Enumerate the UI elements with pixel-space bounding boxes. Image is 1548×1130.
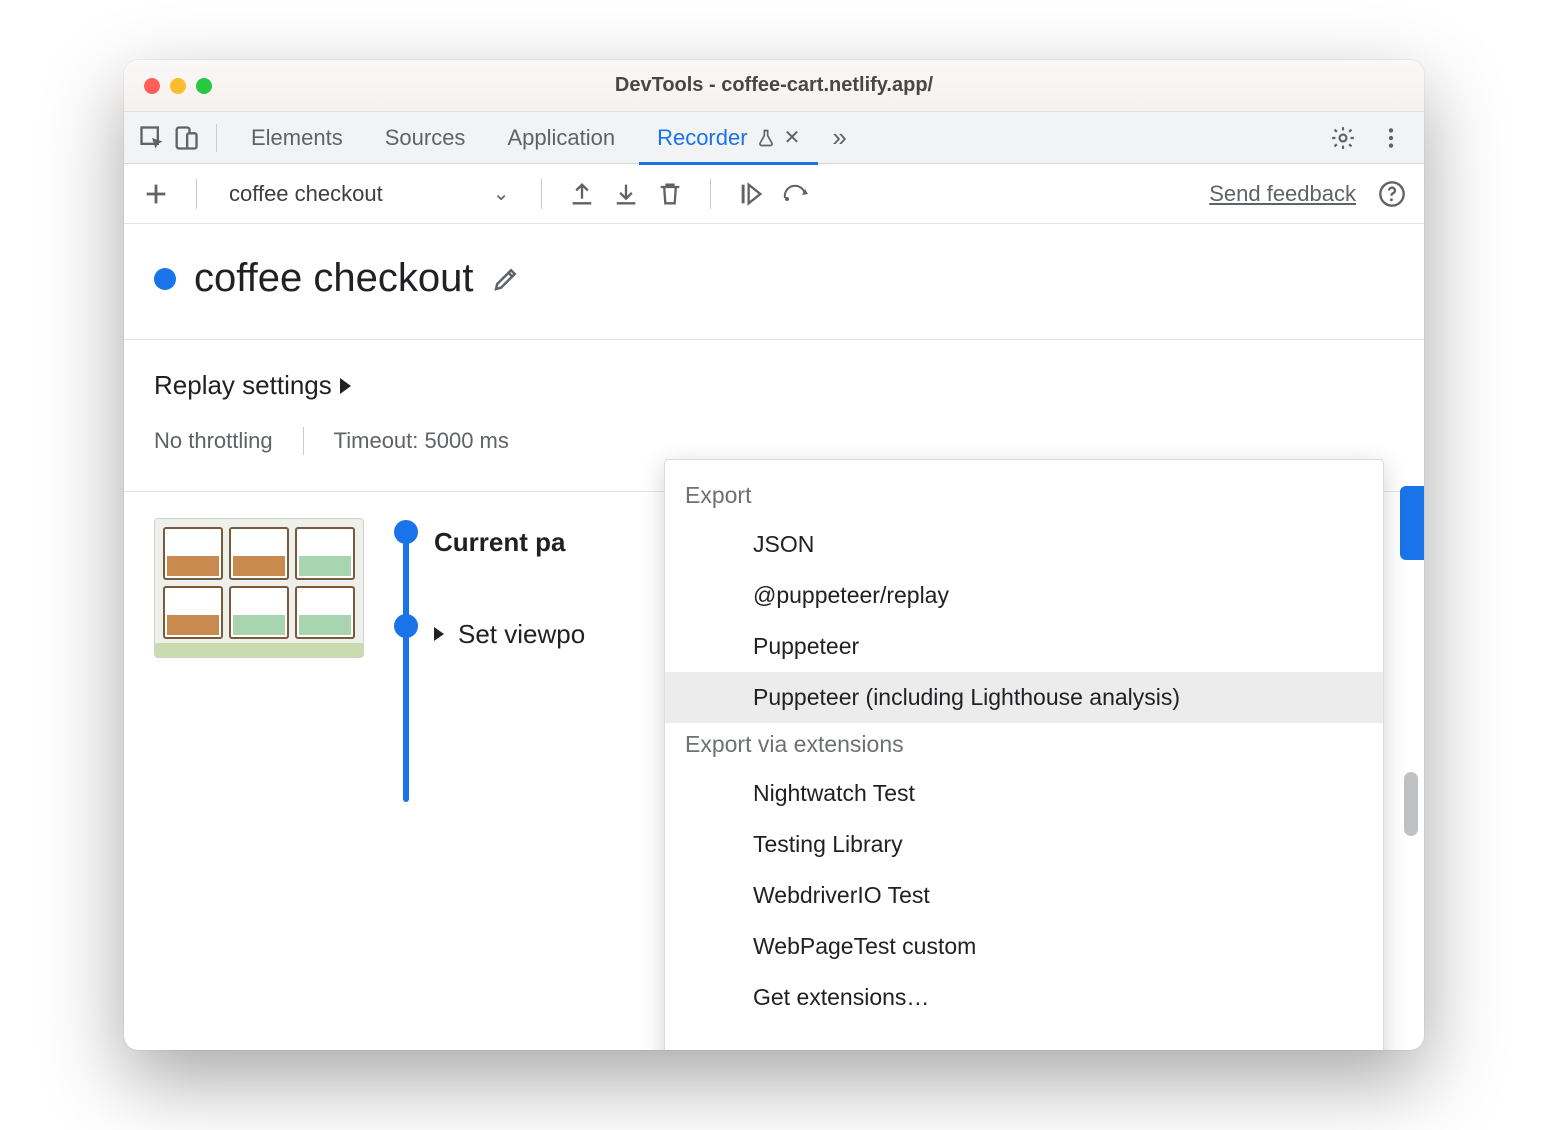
export-option-puppeteer[interactable]: Puppeteer	[665, 621, 1383, 672]
traffic-lights	[144, 78, 212, 94]
export-menu: Export JSON @puppeteer/replay Puppeteer …	[664, 459, 1384, 1050]
caret-right-icon	[434, 627, 444, 641]
export-option-webdriverio[interactable]: WebdriverIO Test	[665, 870, 1383, 921]
recording-select[interactable]: coffee checkout ⌄	[223, 181, 515, 207]
recording-status-dot-icon	[154, 268, 176, 290]
export-option-testing-library[interactable]: Testing Library	[665, 819, 1383, 870]
edit-title-icon[interactable]	[491, 264, 521, 294]
step-label: Current pa	[434, 527, 565, 558]
replay-icon[interactable]	[781, 182, 813, 206]
tab-sources[interactable]: Sources	[367, 112, 484, 164]
replay-button-edge[interactable]	[1400, 486, 1424, 560]
recording-select-label: coffee checkout	[229, 181, 383, 207]
recorder-toolbar: coffee checkout ⌄ Send feedback	[124, 164, 1424, 224]
tab-label: Application	[507, 125, 615, 151]
help-icon[interactable]	[1378, 180, 1406, 208]
kebab-menu-icon[interactable]	[1378, 125, 1404, 151]
page-thumbnail	[154, 518, 364, 658]
delete-icon[interactable]	[656, 180, 684, 208]
export-option-puppeteer-lighthouse[interactable]: Puppeteer (including Lighthouse analysis…	[665, 672, 1383, 723]
tab-label: Elements	[251, 125, 343, 151]
close-window-button[interactable]	[144, 78, 160, 94]
settings-icon[interactable]	[1330, 125, 1356, 151]
export-icon[interactable]	[568, 180, 596, 208]
send-feedback-link[interactable]: Send feedback	[1209, 181, 1356, 207]
tab-label: Sources	[385, 125, 466, 151]
recorder-content: coffee checkout Replay settings No throt…	[124, 224, 1424, 1050]
window-title: DevTools - coffee-cart.netlify.app/	[124, 74, 1424, 97]
timeline-line	[403, 528, 409, 802]
minimize-window-button[interactable]	[170, 78, 186, 94]
separator	[710, 179, 711, 209]
timeline-node-icon	[394, 520, 418, 544]
device-toolbar-icon[interactable]	[172, 124, 200, 152]
import-icon[interactable]	[612, 180, 640, 208]
tab-elements[interactable]: Elements	[233, 112, 361, 164]
separator	[303, 427, 304, 455]
export-option-puppeteer-replay[interactable]: @puppeteer/replay	[665, 570, 1383, 621]
separator	[541, 179, 542, 209]
maximize-window-button[interactable]	[196, 78, 212, 94]
export-option-nightwatch[interactable]: Nightwatch Test	[665, 768, 1383, 819]
export-option-webpagetest[interactable]: WebPageTest custom	[665, 921, 1383, 972]
replay-settings-label: Replay settings	[154, 370, 332, 401]
tab-label: Recorder	[657, 125, 747, 151]
timeout-value: Timeout: 5000 ms	[334, 428, 509, 454]
export-menu-header-extensions: Export via extensions	[665, 723, 1383, 768]
close-tab-icon[interactable]: ✕	[784, 125, 801, 150]
recording-header: coffee checkout	[124, 224, 1424, 340]
recording-title: coffee checkout	[194, 256, 473, 301]
export-option-get-extensions[interactable]: Get extensions…	[665, 972, 1383, 1023]
replay-settings-toggle[interactable]: Replay settings	[154, 370, 1394, 401]
separator	[196, 179, 197, 209]
inspect-element-icon[interactable]	[138, 124, 166, 152]
step-label: Set viewpo	[458, 619, 585, 650]
scrollbar-thumb[interactable]	[1404, 772, 1418, 836]
flask-icon	[756, 128, 776, 148]
new-recording-icon[interactable]	[142, 180, 170, 208]
separator	[216, 124, 217, 152]
export-option-json[interactable]: JSON	[665, 519, 1383, 570]
step-over-icon[interactable]	[737, 180, 765, 208]
throttling-value: No throttling	[154, 428, 273, 454]
devtools-tabs: Elements Sources Application Recorder ✕ …	[124, 112, 1424, 164]
tab-recorder[interactable]: Recorder ✕	[639, 112, 818, 164]
titlebar: DevTools - coffee-cart.netlify.app/	[124, 60, 1424, 112]
more-tabs-icon[interactable]: »	[832, 122, 846, 153]
replay-settings-values: No throttling Timeout: 5000 ms	[154, 427, 1394, 455]
chevron-down-icon: ⌄	[493, 181, 510, 206]
timeline-node-icon	[394, 614, 418, 638]
tab-application[interactable]: Application	[489, 112, 633, 164]
devtools-window: DevTools - coffee-cart.netlify.app/ Elem…	[124, 60, 1424, 1050]
caret-right-icon	[340, 378, 351, 394]
export-menu-header: Export	[665, 474, 1383, 519]
